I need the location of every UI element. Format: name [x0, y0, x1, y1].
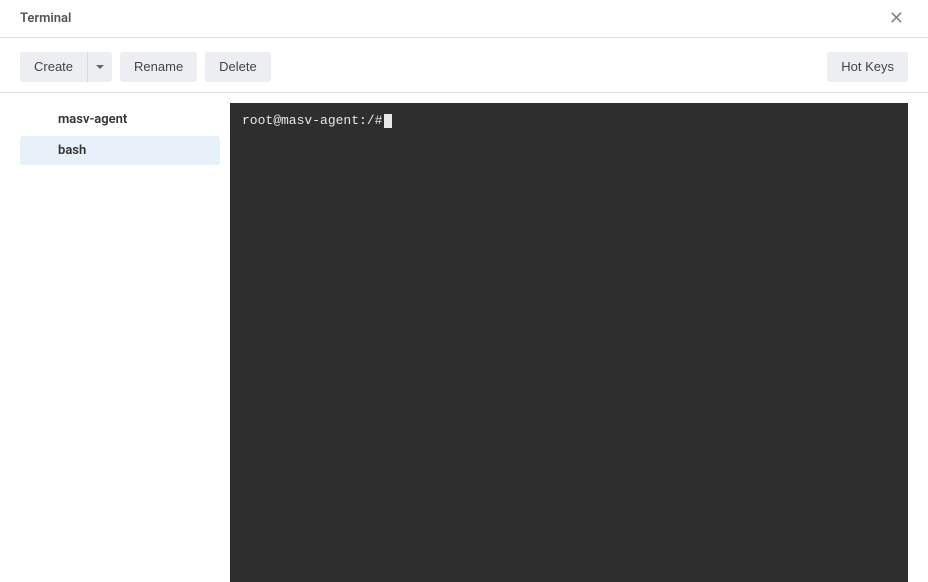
content: masv-agent bash root@masv-agent:/# — [0, 93, 928, 582]
toolbar: Create Rename Delete Hot Keys — [0, 38, 928, 93]
header: Terminal ✕ — [0, 0, 928, 38]
terminal-prompt: root@masv-agent:/# — [242, 113, 382, 128]
create-button[interactable]: Create — [20, 52, 87, 82]
caret-down-icon — [96, 65, 104, 69]
terminal-prompt-line: root@masv-agent:/# — [242, 111, 896, 131]
hotkeys-button[interactable]: Hot Keys — [827, 52, 908, 82]
session-sidebar: masv-agent bash — [20, 103, 220, 582]
create-button-group: Create — [20, 52, 112, 82]
close-icon[interactable]: ✕ — [885, 8, 908, 29]
terminal-cursor — [384, 114, 392, 128]
terminal-output[interactable]: root@masv-agent:/# — [230, 103, 908, 582]
rename-button[interactable]: Rename — [120, 52, 197, 82]
delete-button[interactable]: Delete — [205, 52, 271, 82]
session-item-masv-agent[interactable]: masv-agent — [20, 105, 220, 134]
toolbar-right: Hot Keys — [827, 52, 908, 82]
session-item-bash[interactable]: bash — [20, 136, 220, 165]
toolbar-left: Create Rename Delete — [20, 52, 271, 82]
header-title: Terminal — [20, 11, 71, 26]
create-dropdown-button[interactable] — [87, 52, 112, 82]
